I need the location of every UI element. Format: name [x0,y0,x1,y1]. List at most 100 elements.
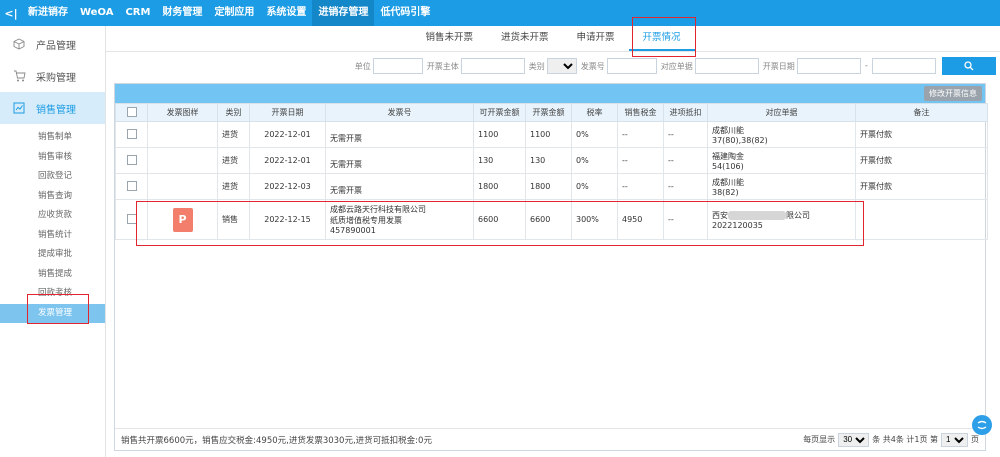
available-cell: 130 [473,147,526,174]
col-header: 进项抵扣 [663,103,708,122]
deduct-cell: -- [663,121,708,148]
search-button[interactable] [942,57,996,75]
col-header: 可开票金额 [473,103,526,122]
invoice-table-panel: 修改开票信息 发票图样 类别 开票日期 发票号 可开票金额 开票金额 税率 销售… [114,83,988,451]
category-cell: 进货 [217,173,250,200]
sidebar: 产品管理 采购管理 销售管理 销售制单 销售审核 回款登记 销售查询 应收货款 … [0,26,106,457]
sidebar-module-purchasing[interactable]: 采购管理 [0,60,105,92]
sales-icon [12,101,26,115]
doc-line: 福建陶金 [712,151,744,161]
unit-label: 单位 [354,61,371,71]
row-checkbox[interactable] [115,121,148,148]
page-select[interactable]: 1 [941,432,968,447]
doc-label: 对应单据 [660,61,693,71]
sidebar-item-commission-approval[interactable]: 提成审批 [0,245,105,265]
sidebar-module-label: 采购管理 [36,72,76,84]
invoice-image-cell [147,173,218,200]
col-header: 类别 [217,103,250,122]
nav-item-inventory-management[interactable]: 进销存管理 [312,0,375,26]
nav-item-system-settings[interactable]: 系统设置 [260,0,312,26]
select-all-checkbox[interactable] [115,103,148,122]
rate-cell: 0% [571,121,618,148]
sidebar-item-sales-order[interactable]: 销售制单 [0,128,105,148]
sidebar-item-sales-query[interactable]: 销售查询 [0,187,105,207]
invoice-no-cell: 无需开票 [325,173,474,200]
col-header: 对应单据 [707,103,856,122]
row-checkbox[interactable] [115,173,148,200]
nav-item-finance[interactable]: 财务管理 [156,0,208,26]
doc-line: 54(106) [712,161,744,171]
top-navbar: <| 新进销存 WeOA CRM 财务管理 定制应用 系统设置 进销存管理 低代… [0,0,1000,26]
date-start-input[interactable] [796,58,861,74]
col-header: 税率 [571,103,618,122]
invoice-image-cell [147,147,218,174]
table-row[interactable]: 进货 2022-12-01 无需开票 1100 1100 0% -- -- 成都… [115,121,988,148]
sidebar-module-products[interactable]: 产品管理 [0,28,105,60]
tax-cell: -- [617,147,664,174]
doc-input[interactable] [694,58,759,74]
col-header: 开票金额 [525,103,572,122]
search-icon [964,61,974,71]
sidebar-module-sales[interactable]: 销售管理 [0,92,105,124]
pager: 每页显示 30 条 共4条 计1页 第 1 页 [803,432,979,447]
nav-item-custom-apps[interactable]: 定制应用 [208,0,260,26]
unit-input[interactable] [372,58,423,74]
highlight-box-sidebar [27,294,89,324]
product-icon [12,37,26,51]
invoice-no-label: 发票号 [580,61,605,71]
nav-item-xinjinxiaocun[interactable]: 新进销存 [22,0,74,26]
table-row[interactable]: 进货 2022-12-01 无需开票 130 130 0% -- -- 福建陶金… [115,147,988,174]
entity-label: 开票主体 [426,61,459,71]
category-label: 类别 [528,61,545,71]
table-header-row: 发票图样 类别 开票日期 发票号 可开票金额 开票金额 税率 销售税金 进项抵扣… [115,103,988,122]
available-cell: 1800 [473,173,526,200]
sidebar-item-sales-review[interactable]: 销售审核 [0,148,105,168]
sidebar-module-label: 销售管理 [36,104,76,116]
sidebar-item-sales-commission[interactable]: 销售提成 [0,265,105,285]
per-page-label: 每页显示 [803,435,836,444]
invoice-line: 无需开票 [330,186,362,195]
row-checkbox[interactable] [115,147,148,174]
summary-text: 销售共开票6600元，销售应交税金:4950元,进货发票3030元,进货可抵扣税… [121,435,432,446]
doc-cell: 成都川能 37(80),38(82) [707,121,856,148]
doc-line: 成都川能 [712,177,744,187]
invoice-line: 无需开票 [330,160,362,169]
table-row[interactable]: 进货 2022-12-03 无需开票 1800 1800 0% -- -- 成都… [115,173,988,200]
col-header: 发票图样 [147,103,218,122]
date-end-input[interactable] [872,58,936,74]
col-header: 开票日期 [249,103,326,122]
assistant-icon[interactable] [972,415,992,435]
tab-apply-invoice[interactable]: 申请开票 [563,26,629,51]
edit-invoice-info-button[interactable]: 修改开票信息 [924,86,982,101]
per-page-select[interactable]: 30 [838,432,870,447]
amount-cell: 130 [525,147,572,174]
category-cell: 进货 [217,147,250,174]
deduct-cell: -- [663,173,708,200]
date-cell: 2022-12-01 [249,147,326,174]
highlight-box-row [136,201,864,246]
sidebar-item-payment-register[interactable]: 回款登记 [0,167,105,187]
tax-cell: -- [617,121,664,148]
nav-item-lowcode[interactable]: 低代码引擎 [374,0,436,26]
sidebar-item-sales-stats[interactable]: 销售统计 [0,226,105,246]
doc-line: 成都川能 [712,125,744,135]
tab-purchase-uninvoiced[interactable]: 进货未开票 [487,26,563,51]
tab-sales-uninvoiced[interactable]: 销售未开票 [411,26,487,51]
sidebar-module-label: 产品管理 [36,40,76,52]
col-header: 发票号 [325,103,474,122]
entity-input[interactable] [460,58,525,74]
rate-cell: 0% [571,173,618,200]
cart-icon [12,69,26,83]
date-separator: - [864,61,868,71]
category-cell: 进货 [217,121,250,148]
deduct-cell: -- [663,147,708,174]
doc-cell: 福建陶金 54(106) [707,147,856,174]
nav-item-weoa[interactable]: WeOA [74,0,119,26]
page-suffix: 页 [971,435,979,444]
category-select[interactable] [546,58,577,74]
nav-item-crm[interactable]: CRM [119,0,156,26]
doc-line: 38(82) [712,187,739,197]
sidebar-item-receivables[interactable]: 应收货款 [0,206,105,226]
back-icon[interactable]: <| [0,7,22,20]
invoice-no-input[interactable] [606,58,657,74]
